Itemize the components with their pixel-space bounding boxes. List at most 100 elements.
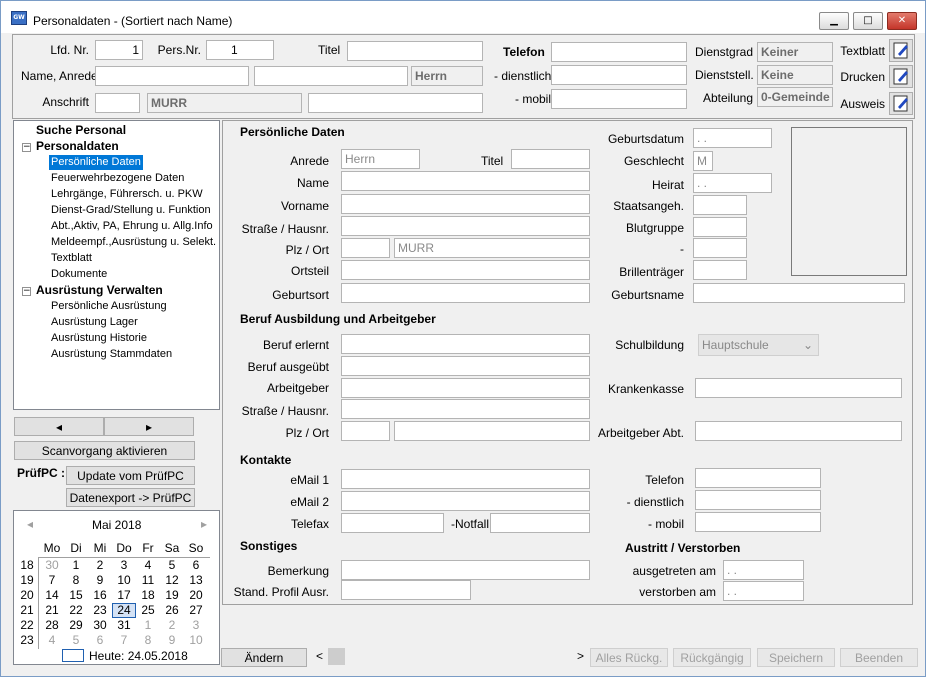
telefon-mobil-field[interactable] <box>551 89 687 109</box>
ort-field[interactable]: MURR <box>147 93 302 113</box>
scan-button[interactable]: Scanvorgang aktivieren <box>14 441 195 460</box>
calendar-day[interactable]: 17 <box>112 588 136 602</box>
calendar-day[interactable]: 26 <box>160 603 184 617</box>
calendar-day[interactable]: 9 <box>88 573 112 587</box>
tree-item-abteilung[interactable]: Abt.,Aktiv, PA, Ehrung u. Allg.Info <box>51 219 213 234</box>
calendar-day[interactable]: 2 <box>88 558 112 572</box>
calendar-day[interactable]: 31 <box>112 618 136 632</box>
arbeitgeber-abt-field[interactable] <box>695 421 902 441</box>
calendar-day[interactable]: 14 <box>40 588 64 602</box>
geburtsdatum-field[interactable]: . . <box>693 128 772 148</box>
beenden-button[interactable]: Beenden <box>840 648 918 667</box>
maximize-button[interactable]: □ <box>853 12 883 30</box>
kontakt-mobil-field[interactable] <box>695 512 821 532</box>
calendar-day[interactable]: 4 <box>136 558 160 572</box>
stand-profil-field[interactable] <box>341 580 471 600</box>
calendar-day[interactable]: 20 <box>184 588 208 602</box>
calendar-day[interactable]: 15 <box>64 588 88 602</box>
tree-item-persoenliche-daten[interactable]: Persönliche Daten <box>49 155 143 170</box>
previous-record-button[interactable]: ◂ <box>14 417 104 436</box>
calendar-day[interactable]: 9 <box>160 633 184 647</box>
calendar-day[interactable]: 30 <box>40 558 64 572</box>
titel-field[interactable] <box>347 41 483 61</box>
calendar-day[interactable]: 7 <box>40 573 64 587</box>
calendar-today[interactable]: Heute: 24.05.2018 <box>89 649 188 663</box>
calendar-day[interactable]: 5 <box>160 558 184 572</box>
calendar-day[interactable]: 24 <box>112 603 136 618</box>
kontakt-dienstlich-field[interactable] <box>695 490 821 510</box>
geschlecht-field[interactable]: M <box>693 151 713 171</box>
ausweis-button[interactable] <box>889 92 913 115</box>
calendar-day[interactable]: 29 <box>64 618 88 632</box>
rhesus-field[interactable] <box>693 238 747 258</box>
calendar-day[interactable]: 1 <box>64 558 88 572</box>
collapse-icon[interactable]: − <box>22 287 31 296</box>
calendar-day[interactable]: 1 <box>136 618 160 632</box>
calendar-day[interactable]: 12 <box>160 573 184 587</box>
strasse-field[interactable] <box>308 93 483 113</box>
calendar-day[interactable]: 2 <box>160 618 184 632</box>
alles-rueckgaengig-button[interactable]: Alles Rückg. <box>590 648 668 667</box>
tree-item-ausruestung-stammdaten[interactable]: Ausrüstung Stammdaten <box>51 347 172 362</box>
speichern-button[interactable]: Speichern <box>757 648 835 667</box>
next-record-button[interactable]: ▸ <box>104 417 194 436</box>
tree-item-persoenliche-ausruestung[interactable]: Persönliche Ausrüstung <box>51 299 167 314</box>
ort-field[interactable]: MURR <box>394 238 590 258</box>
strasse-field[interactable] <box>341 216 590 236</box>
minimize-button[interactable]: ▁ <box>819 12 849 30</box>
tree-item-lehrgaenge[interactable]: Lehrgänge, Führersch. u. PKW <box>51 187 203 202</box>
tree-item-ausruestung-lager[interactable]: Ausrüstung Lager <box>51 315 138 330</box>
telefon-field[interactable] <box>551 42 687 62</box>
tree-item-ausruestung-verwalten[interactable]: Ausrüstung Verwalten <box>36 283 163 298</box>
blutgruppe-field[interactable] <box>693 217 747 237</box>
plz-field[interactable] <box>95 93 140 113</box>
ortsteil-field[interactable] <box>341 260 590 280</box>
vorname-field[interactable] <box>254 66 408 86</box>
arbeitgeber-field[interactable] <box>341 378 590 398</box>
scroll-left-icon[interactable]: < <box>316 649 323 663</box>
calendar-day[interactable]: 25 <box>136 603 160 617</box>
anrede-field[interactable]: Herrn <box>411 66 483 86</box>
geburtsort-field[interactable] <box>341 283 590 303</box>
bemerkung-field[interactable] <box>341 560 590 580</box>
calendar-day[interactable]: 10 <box>184 633 208 647</box>
calendar-day[interactable]: 6 <box>88 633 112 647</box>
schulbildung-select[interactable]: Hauptschule ⌄ <box>698 334 819 356</box>
calendar-day[interactable]: 13 <box>184 573 208 587</box>
vorname-field[interactable] <box>341 194 590 214</box>
calendar-day[interactable]: 10 <box>112 573 136 587</box>
calendar-day[interactable]: 8 <box>136 633 160 647</box>
collapse-icon[interactable]: − <box>22 143 31 152</box>
calendar-day[interactable]: 4 <box>40 633 64 647</box>
calendar-day[interactable]: 3 <box>184 618 208 632</box>
calendar-day[interactable]: 18 <box>136 588 160 602</box>
tree-item-personaldaten[interactable]: Personaldaten <box>36 139 119 154</box>
calendar-day[interactable]: 28 <box>40 618 64 632</box>
dienstgrad-field[interactable]: Keiner <box>757 42 833 62</box>
brillentraeger-field[interactable] <box>693 260 747 280</box>
telefax-field[interactable] <box>341 513 444 533</box>
calendar-day[interactable]: 30 <box>88 618 112 632</box>
update-pruefpc-button[interactable]: Update vom PrüfPC <box>66 466 195 485</box>
close-button[interactable]: ✕ <box>887 12 917 30</box>
tree-item-meldeempf[interactable]: Meldeempf.,Ausrüstung u. Selekt. <box>51 235 216 250</box>
calendar-day[interactable]: 16 <box>88 588 112 602</box>
staatsangeh-field[interactable] <box>693 195 747 215</box>
tree-item-suche-personal[interactable]: Suche Personal <box>36 123 126 138</box>
calendar-day[interactable]: 22 <box>64 603 88 617</box>
arbeitgeber-strasse-field[interactable] <box>341 399 590 419</box>
calendar-day[interactable]: 11 <box>136 573 160 587</box>
titel-field[interactable] <box>511 149 590 169</box>
tree-item-feuerwehrbezogene-daten[interactable]: Feuerwehrbezogene Daten <box>51 171 184 186</box>
telefon-dienstlich-field[interactable] <box>551 65 687 85</box>
dienststell-field[interactable]: Keine <box>757 65 833 85</box>
email2-field[interactable] <box>341 491 590 511</box>
drucken-button[interactable] <box>889 65 913 88</box>
scroll-right-icon[interactable]: > <box>577 649 584 663</box>
textblatt-button[interactable] <box>889 39 913 62</box>
tree-item-textblatt[interactable]: Textblatt <box>51 251 92 266</box>
notfall-field[interactable] <box>490 513 590 533</box>
calendar-prev-icon[interactable]: ◂ <box>18 517 42 531</box>
abteilung-field[interactable]: 0-Gemeinde <box>757 87 833 107</box>
calendar-day[interactable]: 5 <box>64 633 88 647</box>
